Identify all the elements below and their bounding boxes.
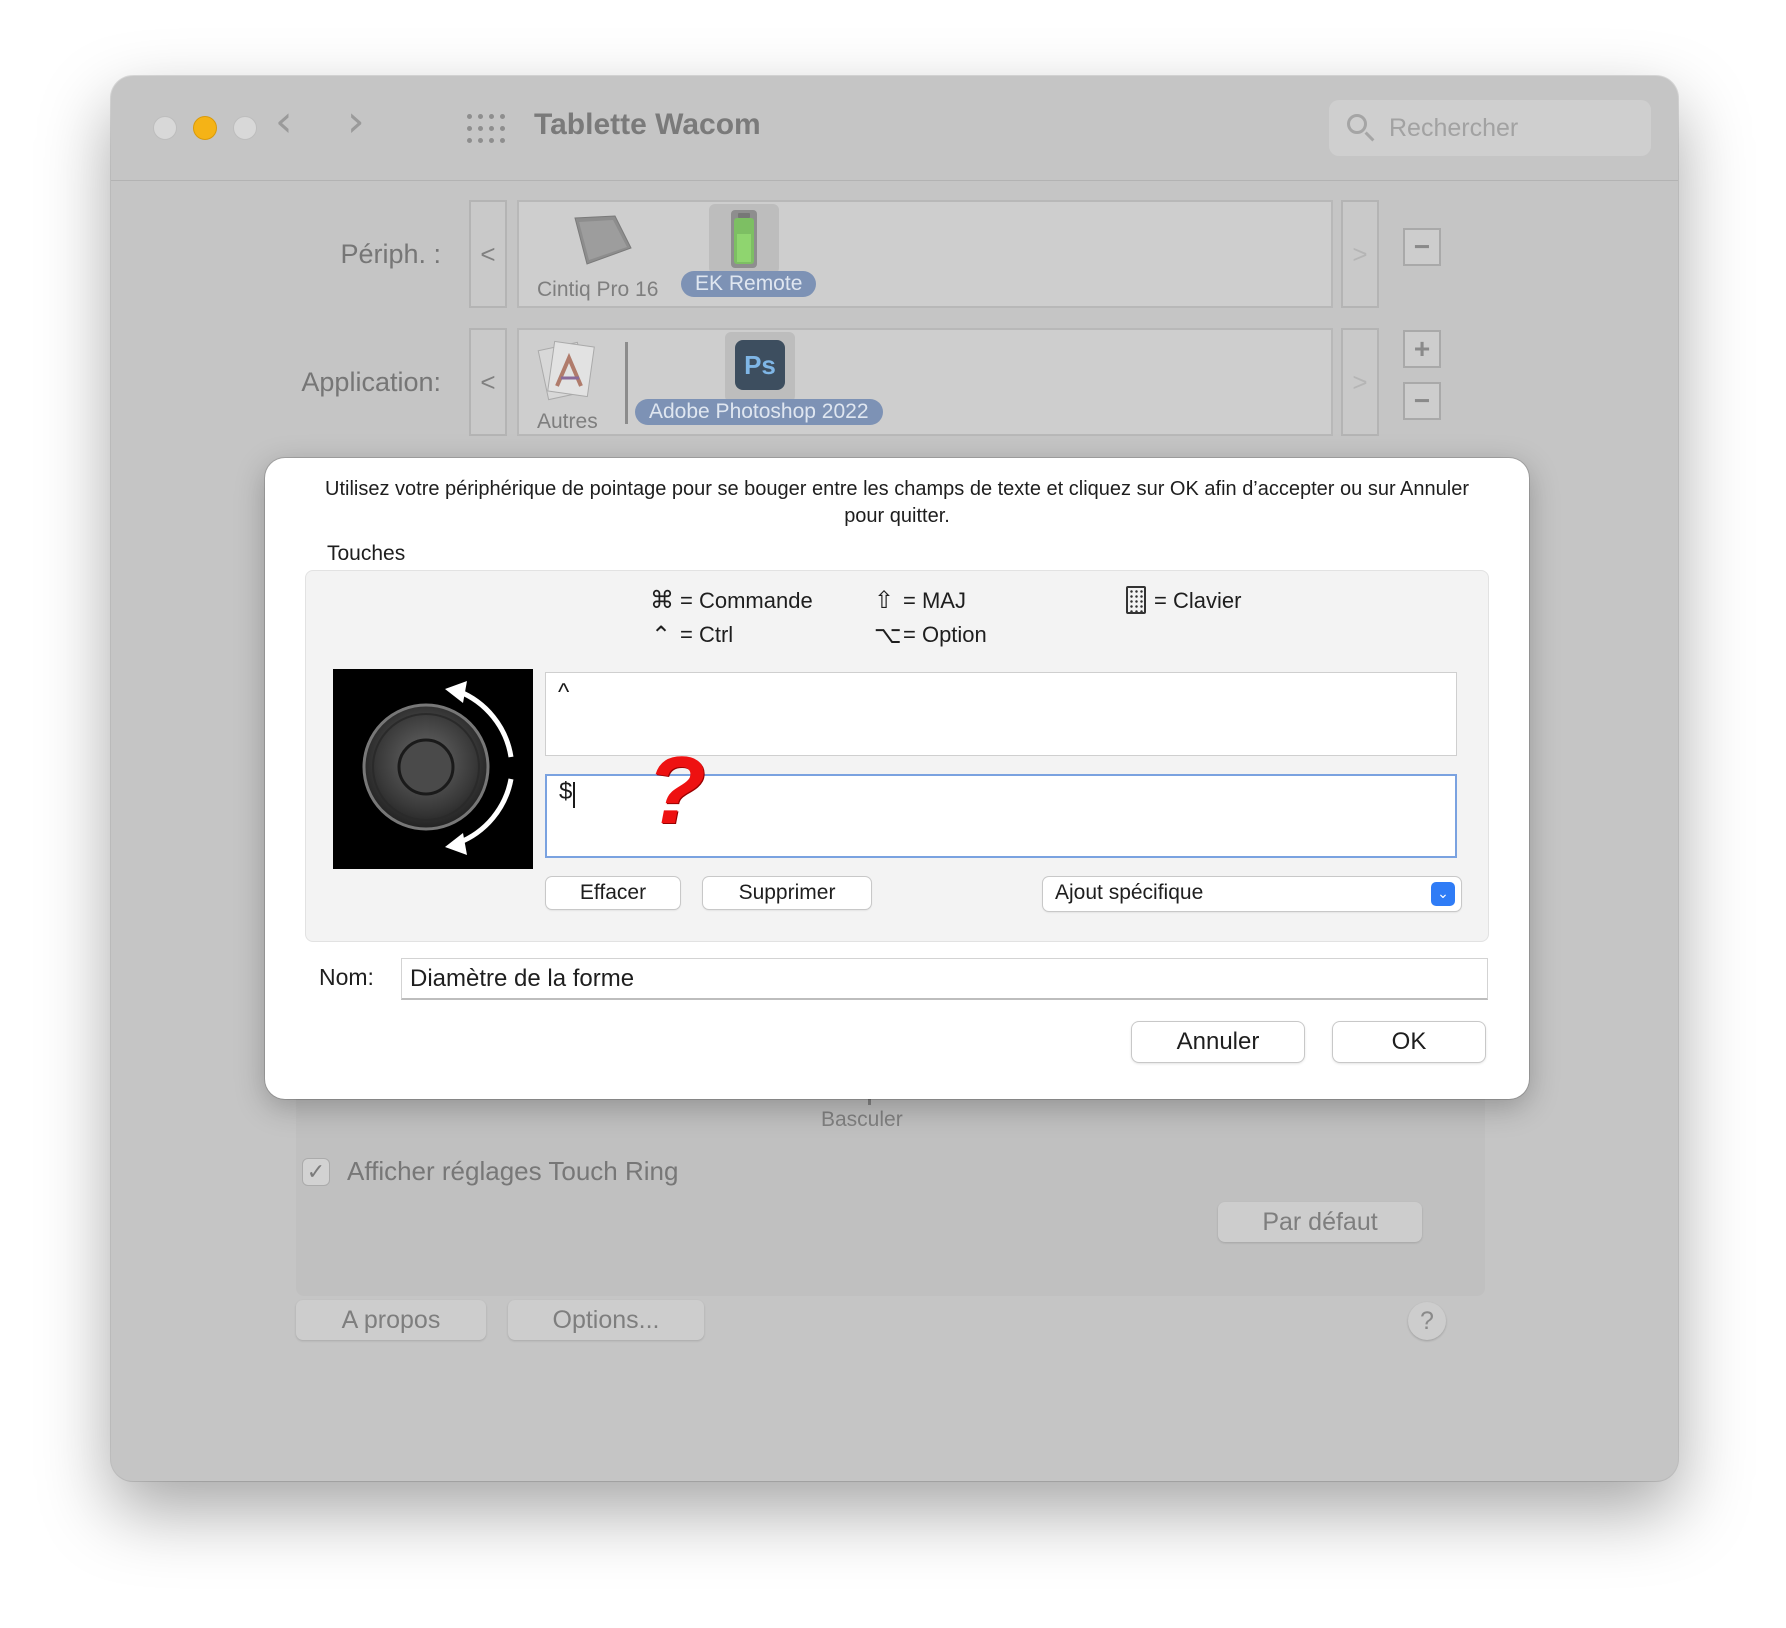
name-value: Diamètre de la forme: [410, 965, 635, 992]
add-application-button[interactable]: +: [1403, 330, 1441, 368]
window-title: Tablette Wacom: [534, 108, 761, 141]
search-field[interactable]: Rechercher: [1329, 100, 1651, 156]
legend-ctrl: = Ctrl: [680, 622, 734, 647]
search-placeholder: Rechercher: [1389, 114, 1519, 142]
remove-application-button[interactable]: −: [1403, 382, 1441, 420]
applications-prev-button[interactable]: <: [469, 328, 507, 436]
devices-strip: Cintiq Pro 16 EK Remote: [517, 200, 1333, 308]
key-assignment-dialog: Utilisez votre périphérique de pointage …: [265, 458, 1529, 1099]
tablet-icon[interactable]: [565, 208, 635, 268]
app-item-photoshop[interactable]: Adobe Photoshop 2022: [635, 399, 883, 425]
shift-key-icon: ⇧: [874, 586, 895, 614]
legend-shift: = MAJ: [903, 588, 966, 613]
question-mark-annotation: ?: [647, 737, 706, 844]
touch-ring-image: [333, 669, 533, 869]
chevron-down-icon: ⌄: [1431, 882, 1455, 906]
control-key-icon: ⌃: [651, 621, 672, 649]
toggle-label: Basculer: [821, 1108, 903, 1131]
devices-label: Périph. :: [340, 239, 441, 269]
other-apps-icon[interactable]: [535, 336, 601, 402]
delete-button[interactable]: Supprimer: [703, 877, 871, 909]
counterclockwise-keystroke-field[interactable]: $ ?: [545, 737, 1457, 858]
option-key-icon: ⌥: [874, 621, 902, 649]
name-field[interactable]: Diamètre de la forme: [401, 958, 1488, 1000]
clockwise-keystroke-value: ^: [558, 679, 570, 706]
keys-group-label: Touches: [327, 542, 406, 565]
counterclockwise-keystroke-value: $: [559, 778, 573, 805]
help-button[interactable]: ?: [1408, 1302, 1446, 1340]
show-touch-ring-checkbox[interactable]: ✓: [302, 1158, 330, 1186]
show-all-grid-icon[interactable]: [467, 114, 505, 144]
zoom-window-button[interactable]: [233, 116, 257, 140]
applications-next-button[interactable]: >: [1341, 328, 1379, 436]
special-add-selected: Ajout spécifique: [1055, 881, 1204, 904]
keys-group-box: ⌘ = Commande ⌃ = Ctrl ⇧ = MAJ ⌥ = Option…: [305, 570, 1489, 942]
cancel-button[interactable]: Annuler: [1132, 1022, 1304, 1062]
search-icon: [1347, 114, 1367, 134]
forward-chevron-icon[interactable]: ›: [347, 100, 365, 144]
app-divider: [625, 342, 628, 424]
applications-strip: Autres Ps Adobe Photoshop 2022: [517, 328, 1333, 436]
device-item-cintiq[interactable]: Cintiq Pro 16: [537, 278, 658, 302]
options-button[interactable]: Options...: [508, 1300, 704, 1340]
dialog-instructions: Utilisez votre périphérique de pointage …: [325, 478, 1469, 527]
keyboard-icon: [1126, 586, 1146, 614]
close-window-button[interactable]: [153, 116, 177, 140]
show-touch-ring-label: Afficher réglages Touch Ring: [347, 1156, 679, 1186]
devices-prev-button[interactable]: <: [469, 200, 507, 308]
legend-command: = Commande: [680, 588, 813, 613]
ok-button[interactable]: OK: [1333, 1022, 1485, 1062]
minimize-window-button[interactable]: [193, 116, 217, 140]
name-label: Nom:: [319, 964, 374, 990]
legend-option: = Option: [903, 622, 987, 647]
device-item-ek-remote[interactable]: EK Remote: [681, 271, 817, 297]
text-caret: [573, 782, 575, 808]
remote-icon[interactable]: [709, 204, 779, 274]
remove-device-button[interactable]: −: [1403, 228, 1441, 266]
app-item-autres[interactable]: Autres: [537, 410, 598, 434]
special-add-dropdown[interactable]: Ajout spécifique ⌄: [1043, 877, 1461, 911]
about-button[interactable]: A propos: [296, 1300, 486, 1340]
applications-label: Application:: [301, 367, 441, 397]
titlebar: ‹ › Tablette Wacom Rechercher: [111, 76, 1678, 181]
command-key-icon: ⌘: [650, 586, 674, 614]
legend-keyboard: = Clavier: [1154, 588, 1242, 613]
back-chevron-icon[interactable]: ‹: [275, 100, 293, 144]
clear-button[interactable]: Effacer: [546, 877, 680, 909]
photoshop-icon[interactable]: Ps: [725, 332, 795, 402]
default-button[interactable]: Par défaut: [1218, 1202, 1422, 1242]
devices-next-button[interactable]: >: [1341, 200, 1379, 308]
